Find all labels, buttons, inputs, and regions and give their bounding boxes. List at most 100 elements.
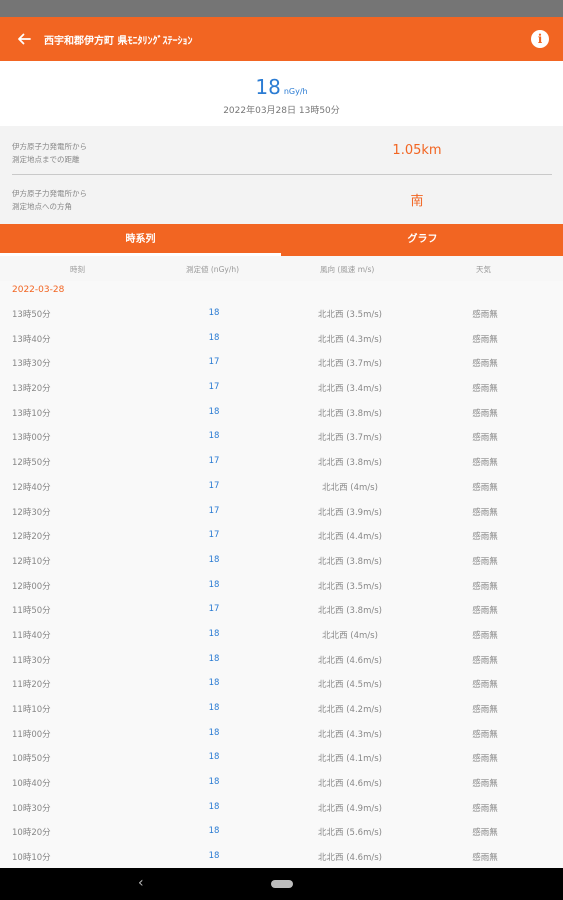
row-dose: 18	[208, 579, 220, 590]
row-time: 10時10分	[12, 853, 51, 864]
table-row: 13時10分 18 北北西 (3.8m/s) 感雨無	[0, 399, 563, 424]
row-time: 12時50分	[12, 458, 51, 469]
row-dose: 18	[208, 678, 220, 689]
row-weather: 感雨無	[472, 729, 498, 740]
table-row: 12時30分 17 北北西 (3.9m/s) 感雨無	[0, 498, 563, 523]
row-dose: 18	[208, 752, 220, 763]
row-weather: 感雨無	[472, 359, 498, 370]
row-time: 10時50分	[12, 754, 51, 765]
row-wind: 北北西 (4m/s)	[322, 630, 378, 641]
date-header: 2022-03-28	[12, 285, 65, 295]
row-time: 13時30分	[12, 359, 51, 370]
row-time: 13時50分	[12, 310, 51, 320]
row-time: 11時10分	[12, 705, 51, 715]
row-weather: 感雨無	[472, 853, 498, 864]
row-weather: 感雨無	[472, 655, 498, 666]
table-row: 11時00分 18 北北西 (4.3m/s) 感雨無	[0, 720, 563, 745]
row-wind: 北北西 (4m/s)	[322, 482, 378, 493]
row-dose: 17	[208, 456, 220, 467]
row-weather: 感雨無	[472, 556, 498, 567]
row-weather: 感雨無	[472, 803, 498, 814]
table-row: 13時00分 18 北北西 (3.7m/s) 感雨無	[0, 423, 563, 448]
row-wind: 北北西 (3.9m/s)	[318, 507, 382, 518]
row-dose: 18	[208, 431, 220, 442]
row-time: 11時30分	[12, 655, 51, 666]
tab-graph[interactable]: グラフ	[282, 224, 563, 256]
row-dose: 18	[208, 406, 220, 417]
row-dose: 18	[208, 777, 220, 788]
nav-home-icon[interactable]	[271, 880, 293, 888]
row-dose: 18	[208, 826, 220, 837]
table-row: 10時50分 18 北北西 (4.1m/s) 感雨無	[0, 744, 563, 769]
row-weather: 感雨無	[472, 310, 498, 320]
distance-value: 1.05km	[392, 143, 442, 158]
row-dose: 17	[208, 530, 220, 541]
measurement-list[interactable]: 2022-03-28 13時50分 18 北北西 (3.5m/s) 感雨無 13時40分…	[0, 281, 563, 868]
direction-label: 伊方原子力発電所から 測定地点への方角	[12, 189, 87, 211]
row-dose: 18	[208, 554, 220, 565]
row-weather: 感雨無	[472, 532, 498, 543]
location-info-panel: 伊方原子力発電所から 測定地点までの距離 1.05km 伊方原子力発電所から 測定地…	[0, 126, 563, 224]
row-weather: 感雨無	[472, 828, 498, 839]
table-row: 10時10分 18 北北西 (4.6m/s) 感雨無	[0, 843, 563, 868]
status-bar	[0, 0, 563, 17]
tab-timeseries[interactable]: 時系列	[0, 224, 281, 256]
row-time: 11時00分	[12, 729, 51, 740]
rows-container: 13時50分 18 北北西 (3.5m/s) 感雨無 13時40分 18 北北西 (4.3m…	[0, 300, 563, 868]
col-dose: 測定値 (nGy/h)	[186, 265, 240, 274]
table-row: 12時10分 18 北北西 (3.8m/s) 感雨無	[0, 547, 563, 572]
row-time: 13時20分	[12, 384, 51, 395]
row-wind: 北北西 (3.8m/s)	[318, 556, 382, 567]
measured-at: 2022年03月28日 13時50分	[223, 106, 340, 116]
row-weather: 感雨無	[472, 606, 498, 617]
table-row: 11時20分 18 北北西 (4.5m/s) 感雨無	[0, 670, 563, 695]
table-row: 11時10分 18 北北西 (4.2m/s) 感雨無	[0, 695, 563, 720]
table-row: 11時50分 17 北北西 (3.8m/s) 感雨無	[0, 596, 563, 621]
row-dose: 17	[208, 505, 220, 516]
back-button[interactable]	[4, 17, 44, 61]
row-time: 10時20分	[12, 828, 51, 839]
row-time: 13時40分	[12, 334, 51, 345]
row-dose: 18	[208, 308, 220, 318]
row-wind: 北北西 (5.6m/s)	[318, 828, 382, 839]
row-dose: 18	[208, 851, 220, 862]
row-time: 12時30分	[12, 507, 51, 518]
info-button[interactable]: i	[531, 30, 549, 48]
row-time: 12時20分	[12, 532, 51, 543]
row-wind: 北北西 (3.5m/s)	[318, 310, 382, 320]
row-weather: 感雨無	[472, 433, 498, 444]
row-dose: 17	[208, 480, 220, 491]
table-row: 12時40分 17 北北西 (4m/s) 感雨無	[0, 473, 563, 498]
row-dose: 18	[208, 703, 220, 713]
row-wind: 北北西 (4.3m/s)	[318, 334, 382, 345]
tab-bar: 時系列 グラフ	[0, 224, 563, 256]
table-row: 13時30分 17 北北西 (3.7m/s) 感雨無	[0, 349, 563, 374]
row-weather: 感雨無	[472, 779, 498, 790]
row-wind: 北北西 (3.5m/s)	[318, 581, 382, 592]
row-wind: 北北西 (4.6m/s)	[318, 779, 382, 790]
dose-value: 18	[255, 75, 281, 99]
row-weather: 感雨無	[472, 482, 498, 493]
row-wind: 北北西 (4.6m/s)	[318, 655, 382, 666]
table-row: 13時40分 18 北北西 (4.3m/s) 感雨無	[0, 325, 563, 350]
row-weather: 感雨無	[472, 705, 498, 715]
info-icon: i	[537, 32, 543, 46]
row-dose: 18	[208, 801, 220, 812]
row-wind: 北北西 (4.5m/s)	[318, 680, 382, 691]
system-nav-bar: ‹	[0, 868, 563, 900]
direction-row: 伊方原子力発電所から 測定地点への方角 南	[12, 176, 552, 222]
table-row: 10時40分 18 北北西 (4.6m/s) 感雨無	[0, 769, 563, 794]
table-row: 12時50分 17 北北西 (3.8m/s) 感雨無	[0, 448, 563, 473]
nav-back-icon[interactable]: ‹	[138, 875, 144, 891]
row-wind: 北北西 (3.8m/s)	[318, 408, 382, 419]
col-weather: 天気	[476, 265, 491, 274]
row-weather: 感雨無	[472, 384, 498, 395]
table-row: 11時30分 18 北北西 (4.6m/s) 感雨無	[0, 646, 563, 671]
row-weather: 感雨無	[472, 334, 498, 345]
row-wind: 北北西 (3.8m/s)	[318, 606, 382, 617]
row-wind: 北北西 (3.7m/s)	[318, 359, 382, 370]
row-wind: 北北西 (4.4m/s)	[318, 532, 382, 543]
row-weather: 感雨無	[472, 581, 498, 592]
row-dose: 17	[208, 382, 220, 393]
row-weather: 感雨無	[472, 754, 498, 765]
